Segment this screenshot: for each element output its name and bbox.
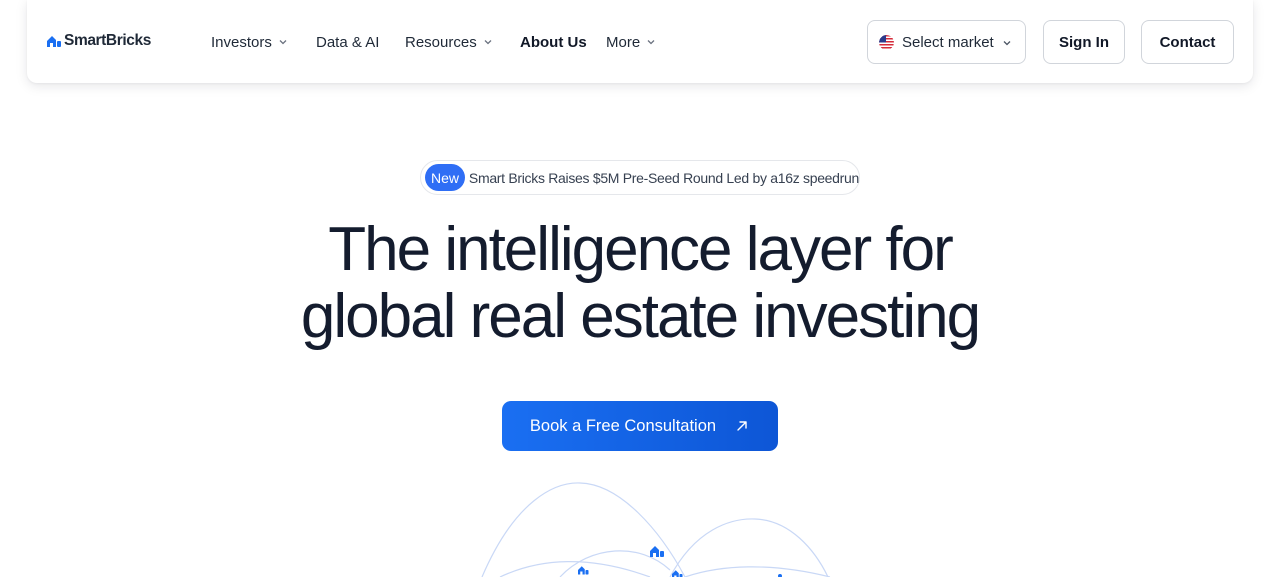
nav-investors[interactable]: Investors bbox=[211, 30, 288, 54]
house-marker-icon bbox=[578, 566, 589, 575]
top-navbar: SmartBricks Investors Data & AI Resource… bbox=[27, 0, 1253, 83]
contact-button[interactable]: Contact bbox=[1141, 20, 1234, 64]
us-flag-icon bbox=[879, 34, 894, 50]
hero-title: The intelligence layer for global real e… bbox=[0, 216, 1280, 350]
nav-about-us[interactable]: About Us bbox=[520, 30, 587, 54]
nav-investors-label: Investors bbox=[211, 33, 272, 51]
house-marker-icon bbox=[650, 546, 664, 557]
brand-logo[interactable]: SmartBricks bbox=[46, 32, 151, 50]
market-select-label: Select market bbox=[902, 33, 994, 51]
book-consultation-button[interactable]: Book a Free Consultation bbox=[502, 401, 778, 451]
book-consultation-label: Book a Free Consultation bbox=[529, 416, 717, 435]
nav-about-us-label: About Us bbox=[520, 33, 587, 51]
announcement-text: Smart Bricks Raises $5M Pre-Seed Round L… bbox=[468, 169, 859, 186]
arrow-up-right-icon bbox=[737, 421, 747, 431]
nav-data-ai-label: Data & AI bbox=[316, 33, 380, 51]
announcement-pill[interactable]: New Smart Bricks Raises $5M Pre-Seed Rou… bbox=[420, 160, 860, 195]
nav-resources[interactable]: Resources bbox=[405, 30, 493, 54]
market-select[interactable]: Select market bbox=[867, 20, 1026, 64]
brand-name: SmartBricks bbox=[64, 32, 151, 49]
network-illustration bbox=[481, 482, 831, 577]
logo-house-icon bbox=[47, 36, 61, 47]
nav-data-ai[interactable]: Data & AI bbox=[316, 30, 379, 54]
hero-title-line-2: global real estate investing bbox=[300, 282, 981, 351]
chevron-down-icon bbox=[647, 40, 655, 45]
nav-resources-label: Resources bbox=[405, 33, 477, 51]
nav-more[interactable]: More bbox=[606, 30, 656, 54]
chevron-down-icon bbox=[279, 40, 287, 45]
sign-in-button[interactable]: Sign In bbox=[1043, 20, 1125, 64]
new-badge: New bbox=[425, 164, 465, 191]
hero-title-line-1: The intelligence layer for bbox=[328, 215, 953, 284]
chevron-down-icon bbox=[1003, 41, 1011, 46]
nav-more-label: More bbox=[606, 33, 641, 51]
chevron-down-icon bbox=[484, 40, 492, 45]
